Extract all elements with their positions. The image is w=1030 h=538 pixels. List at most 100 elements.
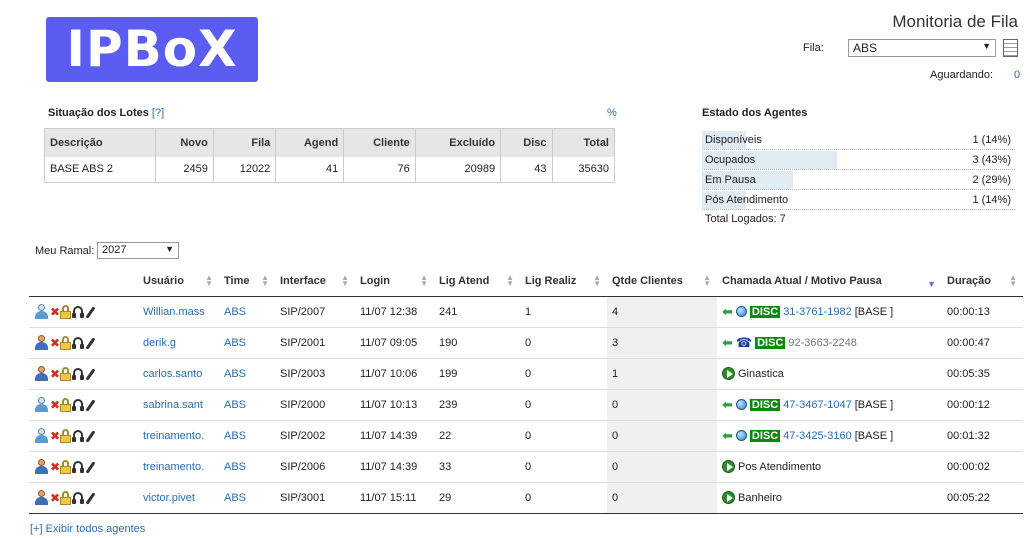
sort-icon[interactable]: ▲ ▼ xyxy=(205,274,213,288)
agent-user-icon[interactable] xyxy=(34,304,49,319)
user-icon-head xyxy=(38,459,45,466)
microphone-icon[interactable] xyxy=(85,398,96,412)
sort-icon[interactable]: ▲ ▼ xyxy=(593,274,601,288)
estado-row: Em Pausa 2 (29%) xyxy=(702,170,1015,190)
logout-x-icon[interactable]: ✖ xyxy=(50,460,60,474)
estado-name: Disponíveis xyxy=(705,134,762,146)
fila-select[interactable]: ABS ▼ xyxy=(848,39,996,57)
agents-header-1[interactable]: Time ▲ ▼ xyxy=(219,267,275,297)
agent-interface: SIP/2001 xyxy=(275,327,355,359)
disc-badge: DISC xyxy=(749,305,781,318)
agent-team-link[interactable]: ABS xyxy=(224,430,246,442)
logout-x-icon[interactable]: ✖ xyxy=(50,305,60,319)
headset-icon[interactable] xyxy=(72,491,84,504)
globe-icon xyxy=(735,306,747,317)
agent-user-icon[interactable] xyxy=(34,490,49,505)
headset-icon[interactable] xyxy=(72,398,84,411)
call-number-link[interactable]: 47-3467-1047 xyxy=(783,399,852,411)
agent-user-icon[interactable] xyxy=(34,397,49,412)
headset-ear xyxy=(80,344,84,349)
agents-header-5[interactable]: Lig Realiz ▲ ▼ xyxy=(520,267,607,297)
agent-user-link[interactable]: treinamento. xyxy=(143,461,204,473)
call-status: Pos Atendimento xyxy=(722,460,937,473)
microphone-icon[interactable] xyxy=(85,491,96,505)
sort-icon[interactable]: ▲ ▼ xyxy=(341,274,349,288)
agent-team-link[interactable]: ABS xyxy=(224,337,246,349)
agent-team-link[interactable]: ABS xyxy=(224,492,246,504)
agent-user-link[interactable]: derik.g xyxy=(143,337,176,349)
agents-header-7[interactable]: Chamada Atual / Motivo Pausa ▼ xyxy=(717,267,942,297)
microphone-icon[interactable] xyxy=(85,336,96,350)
logo-text: IPBoX xyxy=(66,20,238,78)
agent-team-link[interactable]: ABS xyxy=(224,306,246,318)
pause-lock-icon[interactable] xyxy=(60,304,71,319)
agent-interface: SIP/2007 xyxy=(275,296,355,328)
agent-row: ✖ treinamento. ABS SIP/2002 11/07 14:39 22 0 0 ⬅… xyxy=(29,420,1023,452)
agents-header-8[interactable]: Duração ▲ ▼ xyxy=(942,267,1023,297)
lotes-percent-link[interactable]: % xyxy=(607,107,617,119)
spreadsheet-icon[interactable] xyxy=(1003,39,1018,57)
ramal-select[interactable]: 2027 ▼ xyxy=(97,242,179,259)
agent-user-icon[interactable] xyxy=(34,428,49,443)
agent-user-link[interactable]: victor.pivet xyxy=(143,492,195,504)
agent-lig-atend: 22 xyxy=(434,420,520,452)
agents-header-0[interactable]: Usuário ▲ ▼ xyxy=(138,267,219,297)
sort-icon[interactable]: ▲ ▼ xyxy=(703,274,711,288)
headset-icon[interactable] xyxy=(72,460,84,473)
pause-lock-icon[interactable] xyxy=(60,459,71,474)
microphone-icon[interactable] xyxy=(85,429,96,443)
microphone-icon[interactable] xyxy=(85,367,96,381)
agent-user-link[interactable]: sabrina.sant xyxy=(143,399,203,411)
call-number-link[interactable]: 47-3425-3160 xyxy=(783,430,852,442)
agent-user-icon[interactable] xyxy=(34,335,49,350)
ipbox-logo: IPBoX xyxy=(46,17,258,82)
microphone-icon[interactable] xyxy=(85,305,96,319)
pause-lock-icon[interactable] xyxy=(60,428,71,443)
lotes-help-link[interactable]: [?] xyxy=(152,107,164,119)
agent-action-icons: ✖ xyxy=(34,459,133,474)
sort-icon[interactable]: ▲ ▼ xyxy=(506,274,514,288)
sort-icon[interactable]: ▲ ▼ xyxy=(261,274,269,288)
logout-x-icon[interactable]: ✖ xyxy=(50,398,60,412)
sort-icon[interactable]: ▲ ▼ xyxy=(420,274,428,288)
headset-ear xyxy=(72,468,76,473)
agents-header-2[interactable]: Interface ▲ ▼ xyxy=(275,267,355,297)
agents-header-6[interactable]: Qtde Clientes ▲ ▼ xyxy=(607,267,717,297)
pause-lock-icon[interactable] xyxy=(60,366,71,381)
disc-badge: DISC xyxy=(755,336,786,349)
pause-lock-icon[interactable] xyxy=(60,490,71,505)
agent-current-call: ⬅ DISC 47-3467-1047 [BASE ] xyxy=(717,389,942,421)
headset-icon[interactable] xyxy=(72,305,84,318)
logout-x-icon[interactable]: ✖ xyxy=(50,367,60,381)
agent-team-link[interactable]: ABS xyxy=(224,368,246,380)
agent-user-link[interactable]: Willian.mass xyxy=(143,306,205,318)
aguardando-value[interactable]: 0 xyxy=(1014,69,1020,81)
agent-user-link[interactable]: treinamento. xyxy=(143,430,204,442)
sort-icon[interactable]: ▲ ▼ xyxy=(1009,274,1017,288)
call-status: ⬅ ☎ DISC 92-3663-2248 xyxy=(722,335,937,351)
headset-icon[interactable] xyxy=(72,336,84,349)
agent-user-link[interactable]: carlos.santo xyxy=(143,368,202,380)
lotes-header-0: Descrição xyxy=(44,128,157,157)
agent-user-icon[interactable] xyxy=(34,459,49,474)
sort-desc-icon[interactable]: ▼ xyxy=(927,279,936,289)
agent-team-link[interactable]: ABS xyxy=(224,461,246,473)
headset-icon[interactable] xyxy=(72,429,84,442)
agent-user-icon[interactable] xyxy=(34,366,49,381)
show-all-agents-link[interactable]: [+] Exibir todos agentes xyxy=(30,523,145,535)
agents-header-3[interactable]: Login ▲ ▼ xyxy=(355,267,434,297)
agent-duration: 00:00:02 xyxy=(942,451,1023,483)
pause-lock-icon[interactable] xyxy=(60,335,71,350)
column-label: Login xyxy=(360,275,390,288)
agents-header-4[interactable]: Lig Atend ▲ ▼ xyxy=(434,267,520,297)
agent-action-icons: ✖ xyxy=(34,304,133,319)
call-number-link[interactable]: 31-3761-1982 xyxy=(783,306,852,318)
headset-icon[interactable] xyxy=(72,367,84,380)
agent-team-link[interactable]: ABS xyxy=(224,399,246,411)
microphone-icon[interactable] xyxy=(85,460,96,474)
logout-x-icon[interactable]: ✖ xyxy=(50,429,60,443)
logout-x-icon[interactable]: ✖ xyxy=(50,491,60,505)
pause-lock-icon[interactable] xyxy=(60,397,71,412)
logout-x-icon[interactable]: ✖ xyxy=(50,336,60,350)
call-number-link[interactable]: 92-3663-2248 xyxy=(788,337,857,349)
